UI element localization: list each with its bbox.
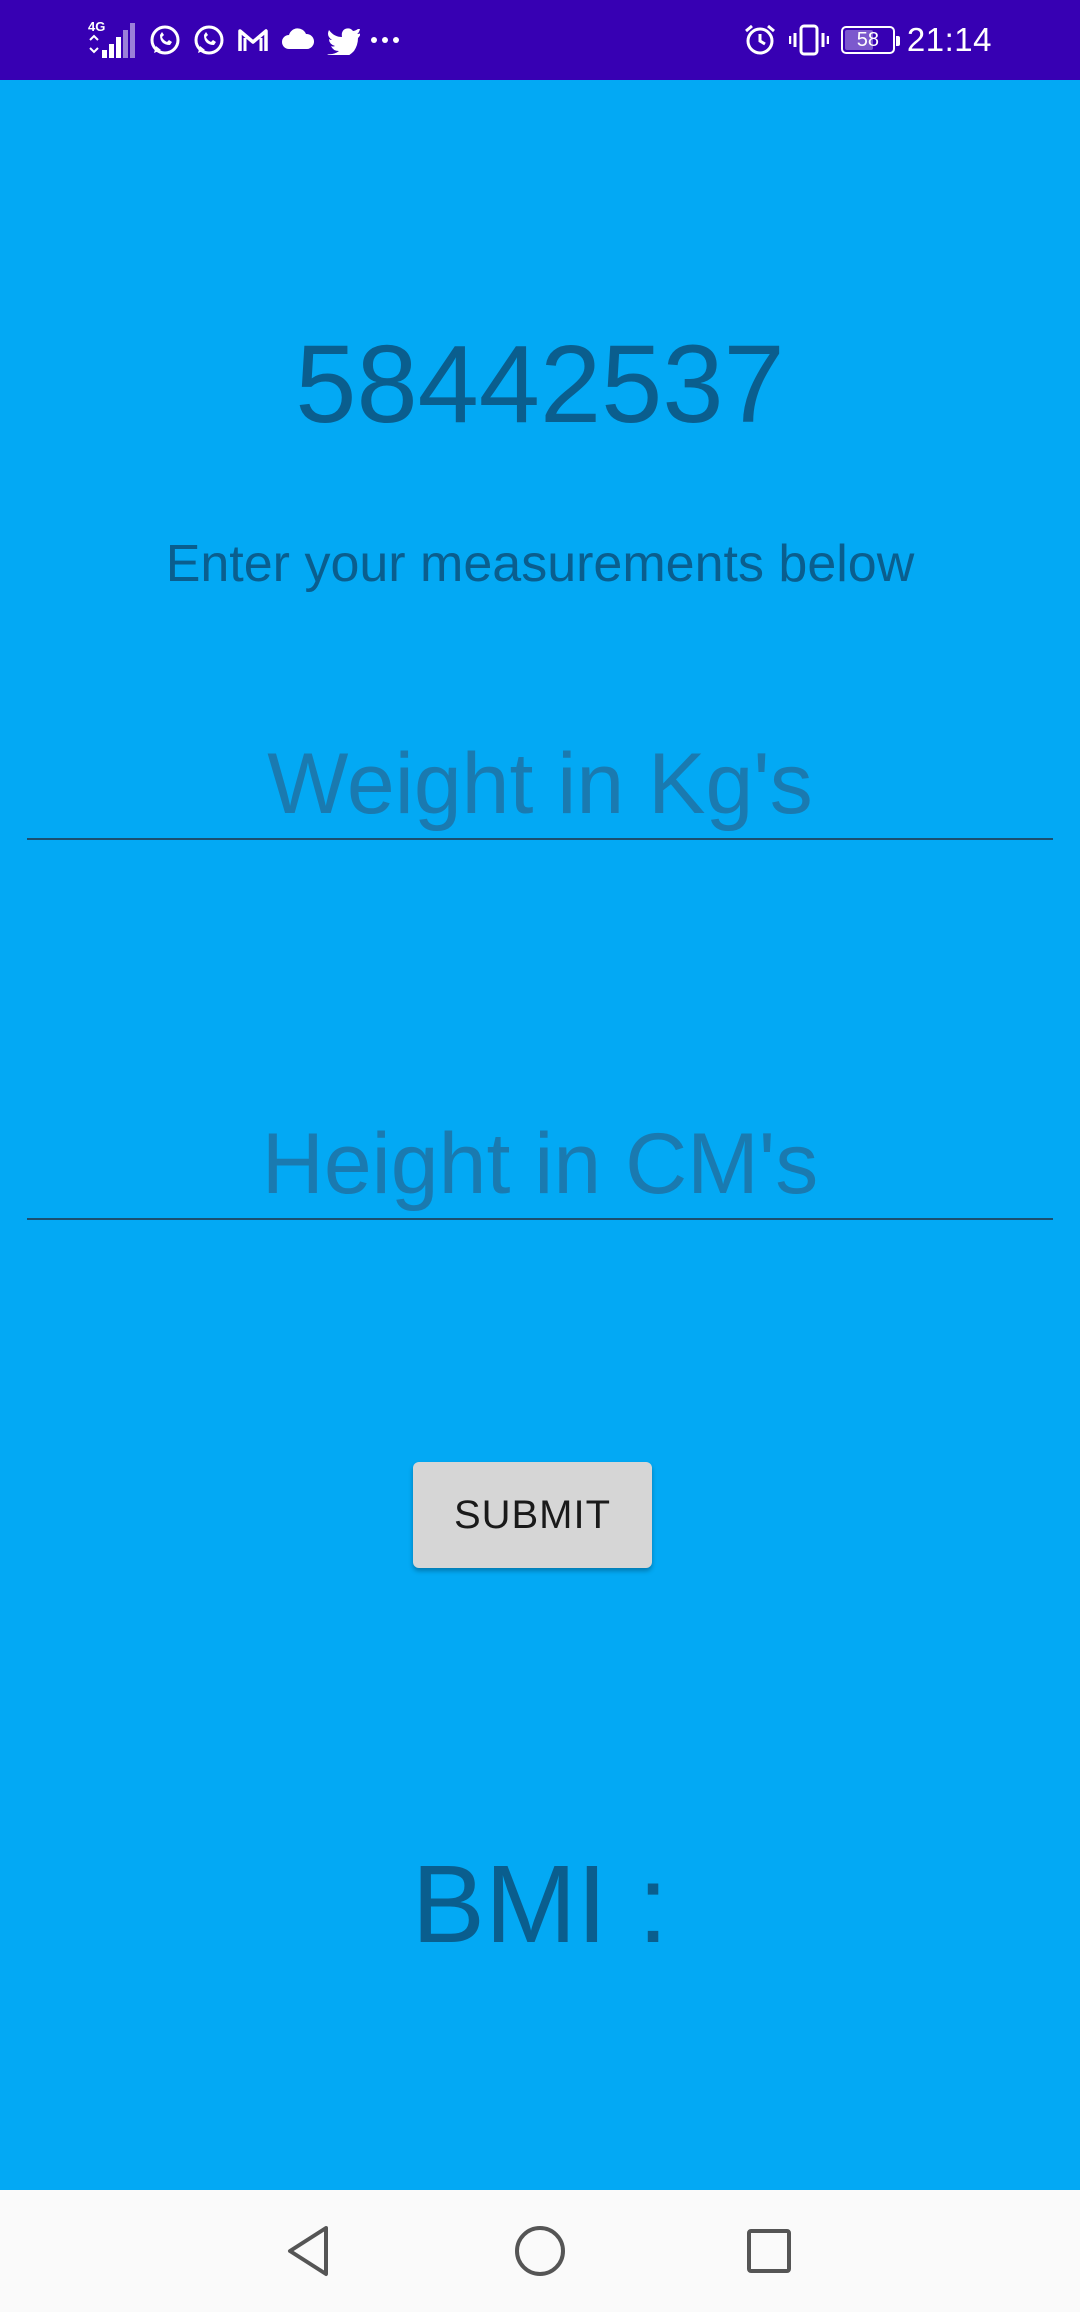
battery-nub xyxy=(895,36,900,46)
status-left-icons: 4G xyxy=(88,18,400,62)
status-right-icons: 58 21:14 xyxy=(743,18,992,62)
navigation-bar xyxy=(0,2190,1080,2312)
height-input[interactable] xyxy=(27,1110,1053,1220)
signal-icon: 4G xyxy=(88,20,138,60)
status-bar: 4G 58 21:14 xyxy=(0,0,1080,80)
bmi-result-label: BMI : xyxy=(411,1843,669,1966)
app-number: 58442537 xyxy=(295,323,785,446)
back-icon[interactable] xyxy=(278,2220,340,2282)
home-icon[interactable] xyxy=(509,2220,571,2282)
weight-input[interactable] xyxy=(27,730,1053,840)
gmail-icon xyxy=(236,25,270,55)
whatsapp-icon xyxy=(148,23,182,57)
network-type: 4G xyxy=(88,19,106,34)
battery-icon: 58 xyxy=(840,26,900,54)
status-time: 21:14 xyxy=(906,21,992,58)
instructions-text: Enter your measurements below xyxy=(165,535,915,593)
submit-button[interactable]: SUBMIT xyxy=(413,1462,652,1568)
alarm-icon xyxy=(743,23,777,57)
cloud-icon xyxy=(280,27,316,53)
battery-level: 58 xyxy=(856,28,880,51)
more-icon xyxy=(370,35,400,45)
vibrate-icon xyxy=(788,23,829,57)
recents-icon[interactable] xyxy=(738,2220,800,2282)
twitter-icon xyxy=(326,25,360,55)
whatsapp-icon xyxy=(192,23,226,57)
